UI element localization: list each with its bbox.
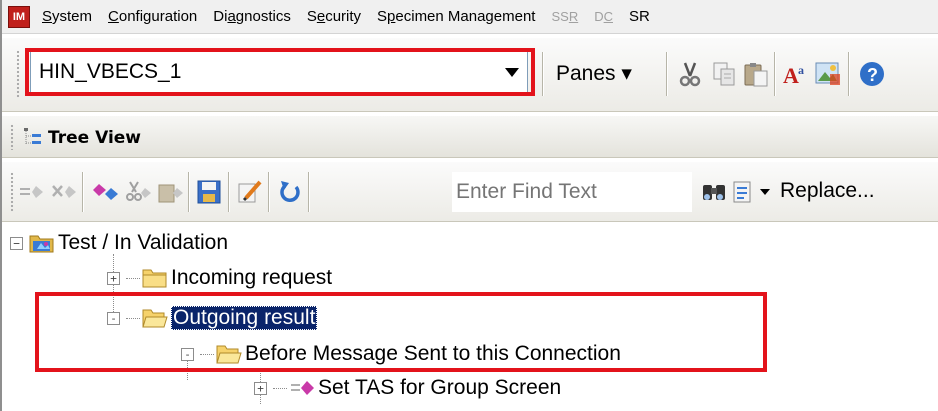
tree-node-label: Set TAS for Group Screen (318, 376, 562, 399)
menu-sr[interactable]: SR (621, 8, 658, 25)
toolbar-grip[interactable] (10, 172, 14, 212)
collapse-icon[interactable]: − (10, 236, 23, 250)
toolbar-grip[interactable] (16, 50, 20, 98)
tree-connector (273, 387, 287, 389)
menu-system[interactable]: System (34, 8, 100, 25)
tree-node-label: Incoming request (171, 266, 333, 289)
panes-button[interactable]: Panes ▾ (556, 61, 632, 86)
test-folder-icon (29, 235, 54, 253)
tree-toolbar: Replace... (0, 162, 938, 222)
font-icon[interactable]: A a (782, 60, 810, 88)
find-text-input[interactable] (452, 172, 692, 212)
toolbar-separator (268, 172, 269, 212)
help-icon[interactable]: ? (858, 60, 886, 88)
menu-specimen-management[interactable]: Specimen Management (369, 8, 543, 25)
window-border (0, 0, 2, 411)
menu-security[interactable]: Security (299, 8, 369, 25)
toolbar-separator (542, 52, 543, 96)
items-icon[interactable] (92, 178, 120, 206)
tree-view-header: Tree View (0, 116, 938, 158)
toolbar-separator (848, 52, 849, 96)
menu-configuration[interactable]: Configuration (100, 8, 205, 25)
tree-node-root[interactable]: − Test / In Validation (10, 228, 228, 258)
expand-icon[interactable]: + (107, 271, 120, 285)
paste-icon[interactable] (742, 60, 770, 88)
menu-bar: IM System Configuration Diagnostics Secu… (0, 0, 938, 34)
find-options-icon[interactable] (730, 178, 758, 206)
cut-items-icon[interactable] (124, 178, 152, 206)
toolbar-separator (228, 172, 229, 212)
menu-ssr[interactable]: SSR (543, 9, 586, 24)
app-logo-icon: IM (8, 5, 30, 28)
toolbar-separator (188, 172, 189, 212)
main-toolbar: HIN_VBECS_1 Panes ▾ A a ? (0, 38, 938, 112)
copy-icon[interactable] (710, 60, 738, 88)
menu-diagnostics[interactable]: Diagnostics (205, 8, 299, 25)
svg-text:a: a (798, 63, 804, 77)
highlight-box-connection (25, 48, 535, 96)
edit-icon[interactable] (236, 178, 264, 206)
expand-icon[interactable]: + (254, 381, 267, 395)
refresh-icon[interactable] (276, 178, 304, 206)
delete-item-icon[interactable] (50, 178, 78, 206)
replace-button[interactable]: Replace... (780, 179, 875, 203)
cut-icon[interactable] (676, 60, 704, 88)
tree-view-title: Tree View (48, 128, 142, 148)
paste-items-icon[interactable] (156, 178, 184, 206)
panel-grip[interactable] (10, 124, 14, 150)
toolbar-separator (82, 172, 83, 212)
add-item-icon[interactable] (18, 178, 46, 206)
action-item-icon (291, 381, 314, 395)
chevron-down-icon[interactable] (760, 189, 770, 197)
svg-text:?: ? (867, 65, 878, 85)
highlight-box-tree (35, 292, 767, 372)
save-icon[interactable] (196, 178, 224, 206)
toolbar-separator (774, 52, 775, 96)
svg-text:A: A (783, 63, 799, 88)
menu-dc[interactable]: DC (586, 9, 621, 24)
tree-view-icon (24, 128, 41, 144)
toolbar-separator (308, 172, 309, 212)
toolbar-separator (666, 52, 667, 96)
tree-connector (126, 277, 140, 279)
folder-icon (142, 269, 167, 288)
tree-node-incoming-request[interactable]: + Incoming request (107, 263, 332, 293)
tree-node-label: Test / In Validation (58, 231, 229, 254)
image-icon[interactable] (814, 60, 842, 88)
tree-node-set-tas[interactable]: + Set TAS for Group Screen (254, 373, 561, 403)
binoculars-icon[interactable] (700, 178, 728, 206)
